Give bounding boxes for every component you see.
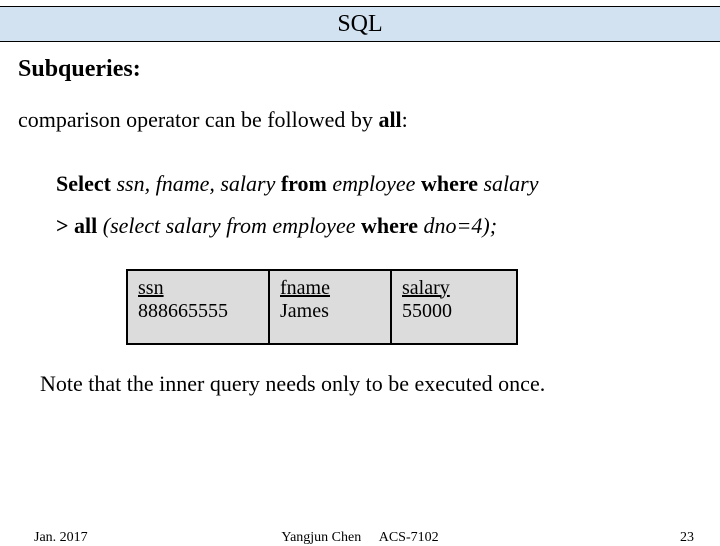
result-table-wrap: ssn 888665555 fname James salary 55000 (126, 269, 720, 345)
footer-center: Yangjun Chen ACS-7102 (0, 530, 720, 546)
query-line-1: Select ssn, fname, salary from employee … (56, 163, 720, 205)
cell-value-fname: James (280, 300, 329, 322)
col-header-fname: fname (280, 277, 376, 300)
cell-salary: salary 55000 (391, 270, 517, 344)
slide-title: SQL (0, 6, 720, 42)
cols: ssn, fname, salary (116, 171, 280, 196)
footer-author: Yangjun Chen (281, 530, 361, 545)
cell-fname: fname James (269, 270, 391, 344)
result-table: ssn 888665555 fname James salary 55000 (126, 269, 518, 345)
col-header-ssn: ssn (138, 277, 254, 300)
cell-ssn: ssn 888665555 (127, 270, 269, 344)
note-text: Note that the inner query needs only to … (40, 371, 720, 397)
footer-course: ACS-7102 (379, 530, 439, 545)
table-row: ssn 888665555 fname James salary 55000 (127, 270, 517, 344)
query-line-2: > all (select salary from employee where… (56, 205, 720, 247)
subq-table: employee (272, 213, 361, 238)
sql-query: Select ssn, fname, salary from employee … (56, 163, 720, 247)
subq-open: (select salary from (103, 213, 273, 238)
kw-select: Select (56, 171, 116, 196)
intro-post: : (402, 107, 408, 132)
section-heading: Subqueries: (18, 56, 720, 83)
kw-from: from (281, 171, 333, 196)
cell-value-ssn: 888665555 (138, 300, 228, 322)
footer-page-number: 23 (680, 530, 694, 546)
kw-where-2: where (361, 213, 424, 238)
col-salary: salary (483, 171, 538, 196)
cell-value-salary: 55000 (402, 300, 452, 322)
subq-cond: dno=4); (424, 213, 498, 238)
kw-where: where (421, 171, 484, 196)
col-header-salary: salary (402, 277, 502, 300)
kw-gt-all: > all (56, 213, 103, 238)
intro-line: comparison operator can be followed by a… (18, 107, 720, 133)
intro-pre: comparison operator can be followed by (18, 107, 378, 132)
intro-keyword: all (378, 107, 401, 132)
tbl-employee: employee (332, 171, 421, 196)
